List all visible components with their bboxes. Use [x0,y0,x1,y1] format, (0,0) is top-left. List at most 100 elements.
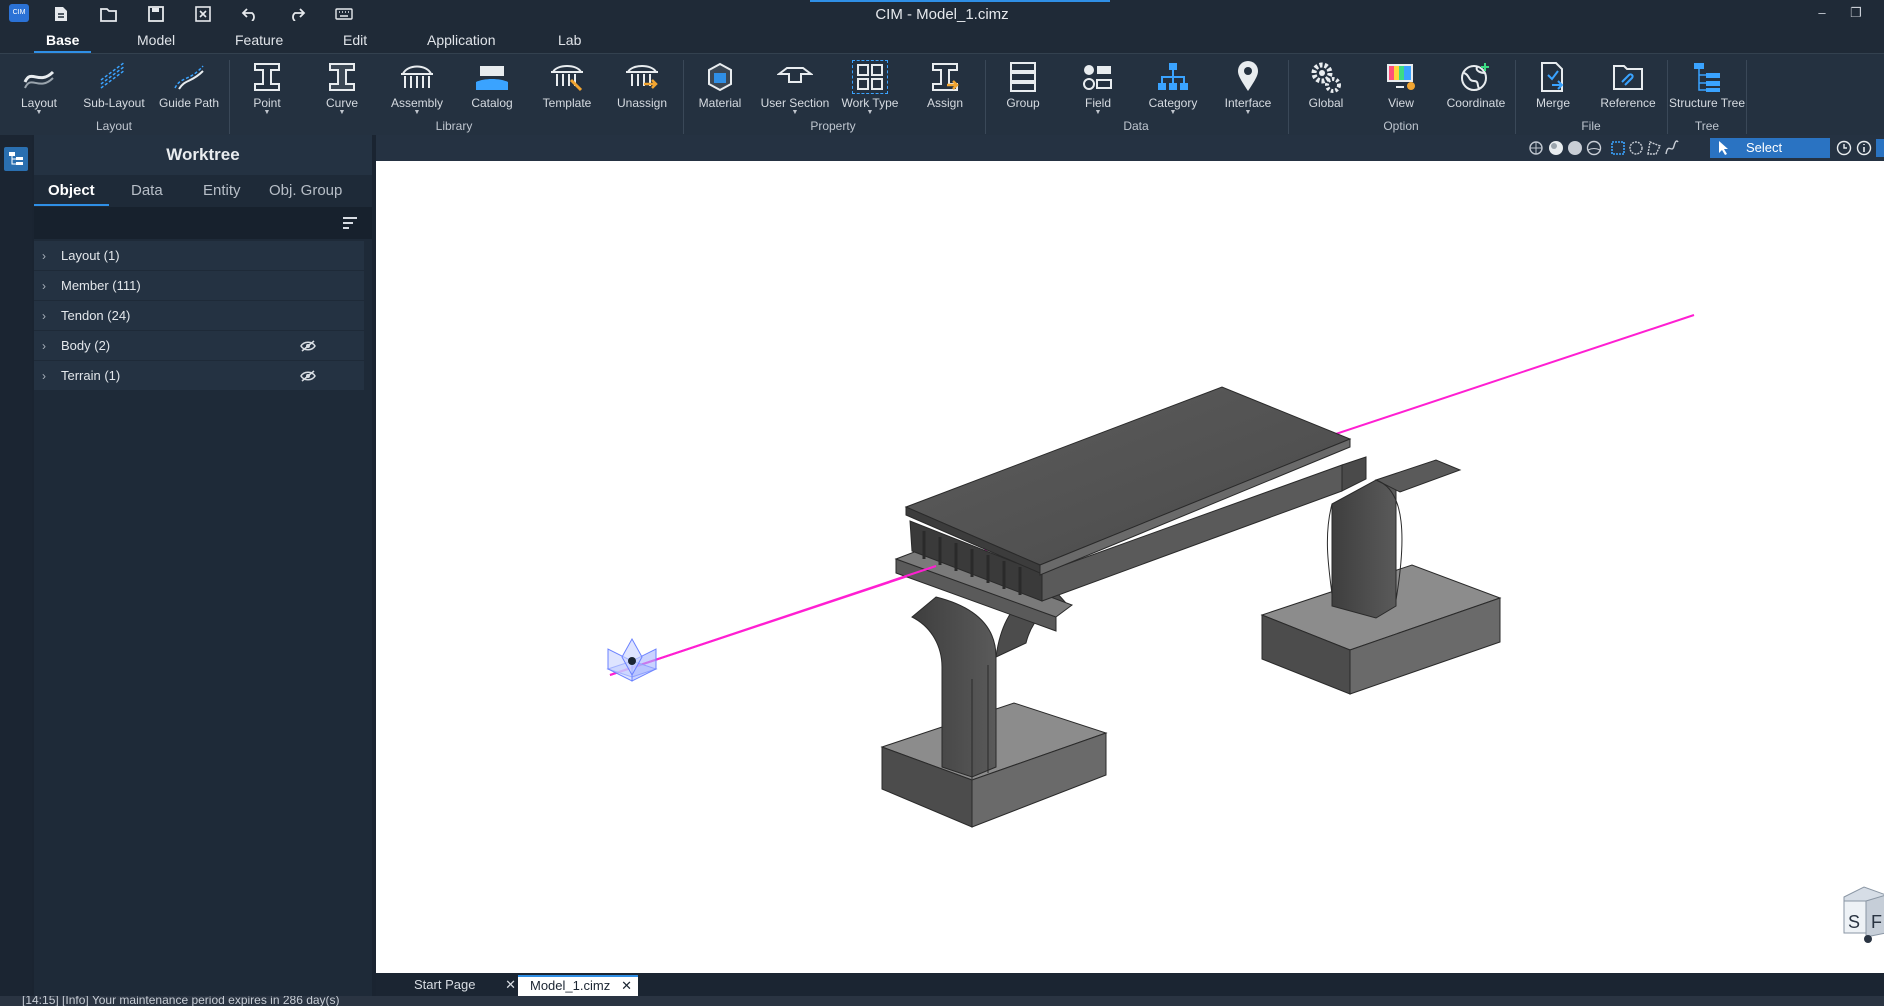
worktree-panel: Worktree Object Data Entity Obj. Group ›… [34,135,372,996]
group-label-library: Library [435,119,473,133]
template-icon [549,60,585,94]
worktree-title: Worktree [34,135,372,175]
assembly-button[interactable]: Assembly ▼ [380,60,454,120]
info-circle-icon[interactable] [1856,140,1872,156]
coordinate-button[interactable]: Coordinate [1439,60,1513,120]
structure-tree-button[interactable]: Structure Tree [1668,60,1746,120]
ribbon-separator [1746,60,1747,134]
sub-layout-button[interactable]: Sub-Layout [77,60,151,120]
tab-label: Start Page [414,977,476,992]
perspective-icon[interactable] [1528,140,1544,156]
clock-icon[interactable] [1836,140,1852,156]
status-message: [14:15] [Info] Your maintenance period e… [22,996,340,1006]
assign-button[interactable]: Assign [908,60,982,120]
tree-item-tendon[interactable]: › Tendon (24) [34,301,364,331]
curve-button[interactable]: Curve ▼ [305,60,379,120]
tab-object[interactable]: Object [34,182,109,206]
polygon-select-icon[interactable] [1646,140,1662,156]
interface-pin-icon [1230,60,1266,94]
layout-button[interactable]: Layout ▼ [2,60,76,120]
group-button[interactable]: Group [986,60,1060,120]
layout-line-front [609,565,937,676]
unassign-icon [624,60,660,94]
tab-application[interactable]: Application [427,32,496,48]
worktree-toggle-icon[interactable] [4,147,28,171]
tab-model[interactable]: Model [137,32,175,48]
circle-select-icon[interactable] [1628,140,1644,156]
view-cube-face-s: S [1848,912,1860,932]
tab-feature[interactable]: Feature [235,32,283,48]
eye-hidden-icon[interactable] [300,369,316,387]
user-section-icon [777,60,813,94]
viewport-toolbar-accent [1876,139,1884,157]
chevron-right-icon[interactable]: › [42,249,46,263]
tab-lab[interactable]: Lab [558,32,581,48]
minimize-icon[interactable]: – [1812,5,1832,23]
user-section-button[interactable]: User Section ▼ [758,60,832,120]
restore-icon[interactable]: ❐ [1846,5,1866,23]
catalog-button[interactable]: Catalog [455,60,529,120]
wireframe-icon[interactable] [1586,140,1602,156]
global-button[interactable]: Global [1289,60,1363,120]
freehand-select-icon[interactable] [1664,140,1680,156]
merge-button[interactable]: Merge [1516,60,1590,120]
point-button[interactable]: Point ▼ [230,60,304,120]
view-button[interactable]: View [1364,60,1438,120]
material-button[interactable]: Material [683,60,757,120]
work-type-button[interactable]: Work Type ▼ [833,60,907,120]
chevron-right-icon[interactable]: › [42,339,46,353]
sort-icon[interactable] [342,216,358,235]
chevron-right-icon[interactable]: › [42,279,46,293]
coordinate-globe-icon [1458,60,1494,94]
tab-edit[interactable]: Edit [343,32,367,48]
tab-base[interactable]: Base [33,32,93,53]
work-type-icon [852,60,888,94]
category-button[interactable]: Category ▼ [1136,60,1210,120]
tab-entity[interactable]: Entity [203,182,241,199]
guide-path-icon [171,60,207,94]
view-cube-face-f: F [1871,912,1882,932]
box-select-icon[interactable] [1610,140,1626,156]
shaded-icon[interactable] [1567,140,1583,156]
unassign-button[interactable]: Unassign [605,60,679,120]
close-icon[interactable]: ✕ [505,975,516,994]
tab-model-1[interactable]: Model_1.cimz ✕ [518,975,638,996]
guide-path-button[interactable]: Guide Path [152,60,226,120]
group-label-data: Data [1123,119,1149,133]
worktree-tabs: Object Data Entity Obj. Group [34,175,372,206]
reference-button[interactable]: Reference [1591,60,1665,120]
pivot-gizmo-icon[interactable] [606,637,658,682]
point-section-icon [249,60,285,94]
tree-item-body[interactable]: › Body (2) [34,331,364,361]
select-mode-button[interactable]: Select [1710,138,1830,158]
group-label-file: File [1581,119,1601,133]
interface-button[interactable]: Interface ▼ [1211,60,1285,120]
template-button[interactable]: Template [530,60,604,120]
view-cube[interactable]: S F [1843,886,1884,943]
tree-item-member[interactable]: › Member (111) [34,271,364,301]
view-monitor-icon [1383,60,1419,94]
tree-item-layout[interactable]: › Layout (1) [34,241,364,271]
eye-hidden-icon[interactable] [300,339,316,357]
tab-label: Model_1.cimz [530,978,611,993]
chevron-right-icon[interactable]: › [42,369,46,383]
shaded-edges-icon[interactable] [1548,140,1564,156]
tab-start-page[interactable]: Start Page ✕ [402,975,522,996]
tab-data[interactable]: Data [131,182,163,199]
left-tool-strip [0,135,32,996]
field-button[interactable]: Field ▼ [1061,60,1135,120]
title-bar: CIM CIM - Model_1.cimz – ❐ [0,0,1884,29]
worktree-list: › Layout (1) › Member (111) › Tendon (24… [34,241,364,391]
cursor-icon [1718,140,1730,162]
tree-item-terrain[interactable]: › Terrain (1) [34,361,364,391]
chevron-right-icon[interactable]: › [42,309,46,323]
close-icon[interactable]: ✕ [621,977,632,994]
assembly-icon [399,60,435,94]
assign-icon [927,60,963,94]
tree-item-label: Body (2) [61,338,111,353]
tab-obj-group[interactable]: Obj. Group [269,182,342,199]
group-icon [1005,60,1041,94]
document-tabs: Start Page ✕ Model_1.cimz ✕ [376,973,1884,996]
status-bar: [14:15] [Info] Your maintenance period e… [0,996,1884,1006]
bridge-model-scene: S F [606,314,1884,943]
